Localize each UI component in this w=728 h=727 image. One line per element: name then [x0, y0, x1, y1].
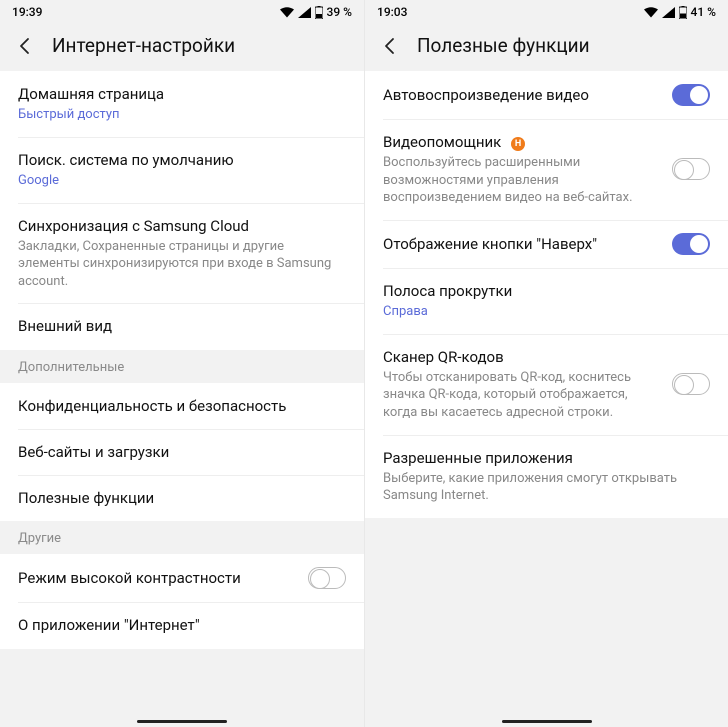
- item-high-contrast[interactable]: Режим высокой контрастности: [0, 554, 364, 602]
- battery-icon: [679, 6, 687, 19]
- status-time: 19:03: [377, 5, 407, 19]
- chevron-left-icon: [380, 36, 400, 56]
- page-title: Интернет-настройки: [52, 34, 235, 57]
- item-title: Полоса прокрутки: [383, 281, 710, 301]
- appbar: Интернет-настройки: [0, 24, 364, 71]
- item-subtitle: Чтобы отсканировать QR-код, коснитесь зн…: [383, 369, 654, 422]
- item-scrollbar[interactable]: Полоса прокрутки Справа: [365, 268, 728, 334]
- item-title: Внешний вид: [18, 316, 346, 336]
- item-title: Режим высокой контрастности: [18, 568, 296, 588]
- item-sites-downloads[interactable]: Веб-сайты и загрузки: [0, 429, 364, 475]
- toggle-high-contrast[interactable]: [308, 567, 346, 589]
- item-appearance[interactable]: Внешний вид: [0, 303, 364, 349]
- item-title: Разрешенные приложения: [383, 448, 710, 468]
- item-subtitle: Справа: [383, 303, 710, 321]
- status-time: 19:39: [12, 5, 42, 19]
- wifi-icon: [644, 7, 658, 18]
- item-homepage[interactable]: Домашняя страница Быстрый доступ: [0, 71, 364, 137]
- item-title: Поиск. система по умолчанию: [18, 150, 346, 170]
- toggle-autoplay[interactable]: [672, 84, 710, 106]
- settings-list: Конфиденциальность и безопасность Веб-са…: [0, 383, 364, 522]
- item-samsung-cloud[interactable]: Синхронизация с Samsung Cloud Закладки, …: [0, 203, 364, 304]
- toggle-top-button[interactable]: [672, 233, 710, 255]
- item-title: Отображение кнопки "Наверх": [383, 234, 660, 254]
- item-allowed-apps[interactable]: Разрешенные приложения Выберите, какие п…: [365, 435, 728, 518]
- item-about[interactable]: О приложении "Интернет": [0, 602, 364, 648]
- item-subtitle: Выберите, какие приложения смогут открыв…: [383, 470, 710, 505]
- item-title: Домашняя страница: [18, 84, 346, 104]
- item-qr-scanner[interactable]: Сканер QR-кодов Чтобы отсканировать QR-к…: [365, 334, 728, 435]
- settings-list: Режим высокой контрастности О приложении…: [0, 554, 364, 648]
- toggle-qr-scanner[interactable]: [672, 373, 710, 395]
- signal-icon: [298, 7, 311, 18]
- item-title: Конфиденциальность и безопасность: [18, 396, 346, 416]
- status-icons: 41 %: [644, 5, 716, 19]
- section-additional: Дополнительные: [0, 350, 364, 383]
- item-show-top-button[interactable]: Отображение кнопки "Наверх": [365, 220, 728, 268]
- battery-percent: 41 %: [691, 5, 716, 19]
- item-title: Сканер QR-кодов: [383, 347, 654, 367]
- item-title: О приложении "Интернет": [18, 615, 346, 635]
- section-other: Другие: [0, 521, 364, 554]
- item-title-text: Видеопомощник: [383, 133, 501, 151]
- page-title: Полезные функции: [417, 34, 590, 57]
- item-title: Веб-сайты и загрузки: [18, 442, 346, 462]
- item-title: Полезные функции: [18, 488, 346, 508]
- item-title: Видеопомощник Н: [383, 132, 654, 152]
- screen-useful-features: 19:03 41 % Полезные функции Автовоспроиз…: [364, 0, 728, 727]
- signal-icon: [662, 7, 675, 18]
- settings-list: Автовоспроизведение видео Видеопомощник …: [365, 71, 728, 518]
- item-subtitle: Быстрый доступ: [18, 106, 346, 124]
- item-subtitle: Воспользуйтесь расширенными возможностям…: [383, 154, 654, 207]
- item-title: Синхронизация с Samsung Cloud: [18, 216, 346, 236]
- battery-icon: [315, 6, 323, 19]
- back-button[interactable]: [14, 35, 36, 57]
- screen-internet-settings: 19:39 39 % Интернет-настройки Домашняя с…: [0, 0, 364, 727]
- battery-percent: 39 %: [327, 5, 352, 19]
- item-video-assistant[interactable]: Видеопомощник Н Воспользуйтесь расширенн…: [365, 119, 728, 220]
- status-bar: 19:03 41 %: [365, 0, 728, 24]
- home-indicator[interactable]: [137, 720, 227, 723]
- item-title: Автовоспроизведение видео: [383, 85, 660, 105]
- item-subtitle: Закладки, Сохраненные страницы и другие …: [18, 238, 346, 291]
- item-useful-features[interactable]: Полезные функции: [0, 475, 364, 521]
- item-search-engine[interactable]: Поиск. система по умолчанию Google: [0, 137, 364, 203]
- home-indicator[interactable]: [502, 720, 592, 723]
- wifi-icon: [280, 7, 294, 18]
- item-autoplay-video[interactable]: Автовоспроизведение видео: [365, 71, 728, 119]
- appbar: Полезные функции: [365, 24, 728, 71]
- item-privacy-security[interactable]: Конфиденциальность и безопасность: [0, 383, 364, 429]
- toggle-video-assistant[interactable]: [672, 158, 710, 180]
- status-icons: 39 %: [280, 5, 352, 19]
- status-bar: 19:39 39 %: [0, 0, 364, 24]
- settings-list: Домашняя страница Быстрый доступ Поиск. …: [0, 71, 364, 350]
- back-button[interactable]: [379, 35, 401, 57]
- new-badge-icon: Н: [511, 137, 525, 151]
- chevron-left-icon: [15, 36, 35, 56]
- item-subtitle: Google: [18, 172, 346, 190]
